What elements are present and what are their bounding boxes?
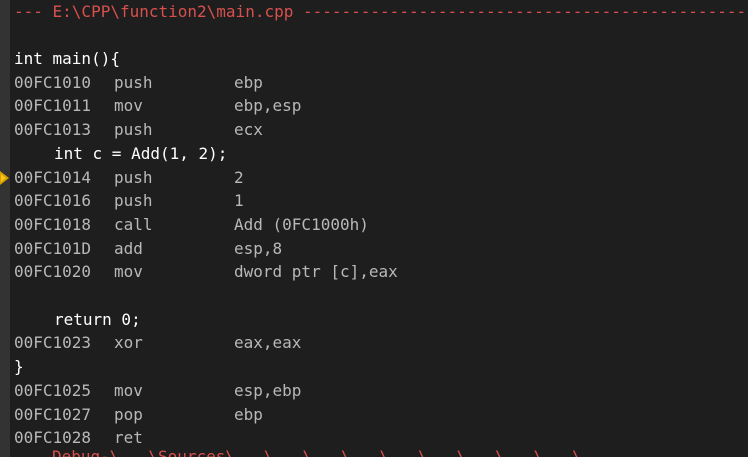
instruction-mnemonic: mov: [114, 262, 143, 281]
instruction-mnemonic: call: [114, 215, 153, 234]
instruction-address: 00FC1027: [14, 405, 92, 424]
instruction-operands: 1: [234, 191, 244, 210]
source-text: int c = Add(1, 2);: [54, 144, 228, 163]
asm-line[interactable]: 00FC1011 mov ebp,esp: [14, 94, 301, 118]
instruction-address: 00FC1013: [14, 120, 92, 139]
source-file-header: --- E:\CPP\function2\main.cpp ----------…: [14, 2, 748, 21]
asm-line[interactable]: 00FC1013 push ecx: [14, 118, 263, 142]
instruction-address: 00FC1016: [14, 191, 92, 210]
asm-line[interactable]: 00FC1028 ret: [14, 426, 234, 450]
instruction-address: 00FC1023: [14, 333, 92, 352]
instruction-address: 00FC1020: [14, 262, 92, 281]
instruction-address: 00FC1011: [14, 96, 92, 115]
instruction-mnemonic: add: [114, 239, 143, 258]
asm-line[interactable]: 00FC1018 call Add (0FC1000h): [14, 213, 369, 237]
next-file-header-partial: Debug-\...\Sources\...\...\...\...\...\.…: [52, 449, 652, 457]
source-text: int main(){: [14, 49, 120, 68]
instruction-operands: esp,ebp: [234, 381, 302, 400]
instruction-mnemonic: pop: [114, 405, 143, 424]
breakpoint-gutter[interactable]: [0, 0, 10, 457]
source-text: return 0;: [54, 310, 141, 329]
asm-line[interactable]: 00FC1014 push 2: [14, 166, 244, 190]
instruction-address: 00FC1018: [14, 215, 92, 234]
asm-line[interactable]: 00FC101D add esp,8: [14, 237, 282, 261]
instruction-address: 00FC1014: [14, 168, 92, 187]
instruction-mnemonic: push: [114, 120, 153, 139]
instruction-operands: esp,8: [234, 239, 283, 258]
disassembly-window: --- E:\CPP\function2\main.cpp ----------…: [0, 0, 748, 457]
asm-line[interactable]: 00FC1016 push 1: [14, 189, 244, 213]
instruction-operands: Add (0FC1000h): [234, 215, 369, 234]
instruction-operands: ebp: [234, 73, 263, 92]
instruction-address: 00FC1010: [14, 73, 92, 92]
asm-line[interactable]: 00FC1027 pop ebp: [14, 403, 263, 427]
instruction-operands: ecx: [234, 120, 263, 139]
source-line[interactable]: }: [14, 355, 24, 379]
instruction-mnemonic: push: [114, 73, 153, 92]
instruction-address: 00FC1028: [14, 428, 92, 447]
asm-line[interactable]: 00FC1010 push ebp: [14, 71, 263, 95]
instruction-mnemonic: xor: [114, 333, 143, 352]
instruction-operands: ebp,esp: [234, 96, 302, 115]
instruction-operands: eax,eax: [234, 333, 302, 352]
instruction-mnemonic: mov: [114, 381, 143, 400]
instruction-address: 00FC101D: [14, 239, 92, 258]
asm-line[interactable]: 00FC1020 mov dword ptr [c],eax: [14, 260, 398, 284]
source-line[interactable]: int main(){: [14, 47, 120, 71]
source-line[interactable]: int c = Add(1, 2);: [14, 142, 227, 166]
instruction-mnemonic: push: [114, 191, 153, 210]
instruction-operands: dword ptr [c],eax: [234, 262, 398, 281]
instruction-operands: 2: [234, 168, 244, 187]
source-line[interactable]: return 0;: [14, 308, 141, 332]
asm-line[interactable]: 00FC1023 xor eax,eax: [14, 331, 301, 355]
instruction-address: 00FC1025: [14, 381, 92, 400]
source-text: }: [14, 357, 24, 376]
instruction-mnemonic: ret: [114, 428, 143, 447]
instruction-mnemonic: push: [114, 168, 153, 187]
current-instruction-arrow-icon: [0, 171, 9, 185]
asm-line[interactable]: 00FC1025 mov esp,ebp: [14, 379, 301, 403]
instruction-operands: ebp: [234, 405, 263, 424]
instruction-mnemonic: mov: [114, 96, 143, 115]
